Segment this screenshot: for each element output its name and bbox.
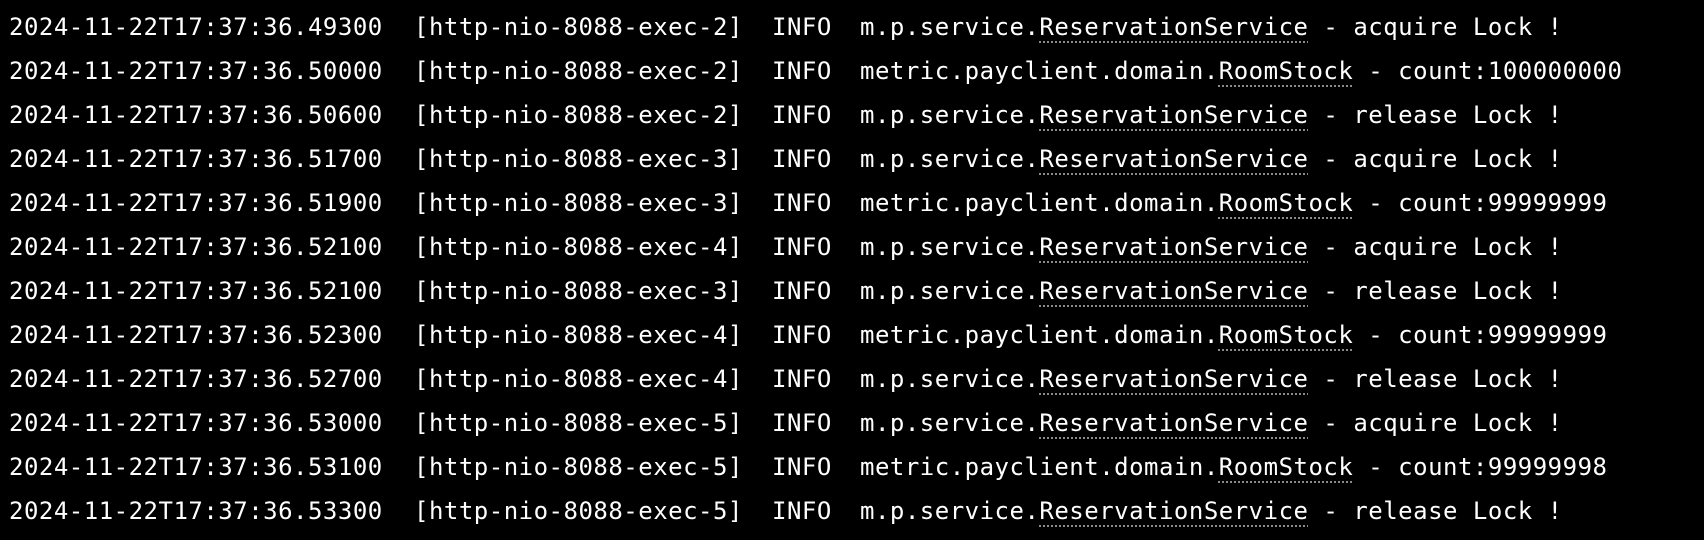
logger-package: m.p.service. [860,13,1040,41]
log-text: - release Lock ! [1308,365,1563,393]
log-level: INFO [772,145,832,173]
log-thread: [http-nio-8088-exec-2] [414,101,743,129]
log-thread: [http-nio-8088-exec-3] [414,277,743,305]
log-text: - release Lock ! [1308,497,1563,525]
log-text: - count:99999999 [1353,321,1608,349]
log-thread: [http-nio-8088-exec-5] [414,497,743,525]
logger-class-link[interactable]: ReservationService [1039,277,1308,305]
log-message: m.p.service.ReservationService - acquire… [860,5,1563,49]
log-timestamp: 2024-11-22T17:37:36.51900 [9,189,383,217]
log-thread: [http-nio-8088-exec-4] [414,365,743,393]
log-line: 2024-11-22T17:37:36.52300 [http-nio-8088… [9,313,1704,357]
logger-package: m.p.service. [860,145,1040,173]
log-level: INFO [772,277,832,305]
log-thread: [http-nio-8088-exec-3] [414,145,743,173]
log-level: INFO [772,57,832,85]
log-line: 2024-11-22T17:37:36.52100 [http-nio-8088… [9,269,1704,313]
log-line: 2024-11-22T17:37:36.50600 [http-nio-8088… [9,93,1704,137]
log-level: INFO [772,189,832,217]
console-output[interactable]: 2024-11-22T17:37:36.49300 [http-nio-8088… [0,0,1704,540]
log-line: 2024-11-22T17:37:36.51900 [http-nio-8088… [9,181,1704,225]
logger-package: metric.payclient.domain. [860,189,1219,217]
logger-class-link[interactable]: ReservationService [1039,365,1308,393]
log-timestamp: 2024-11-22T17:37:36.52300 [9,321,383,349]
log-level: INFO [772,365,832,393]
log-timestamp: 2024-11-22T17:37:36.53000 [9,409,383,437]
log-thread: [http-nio-8088-exec-4] [414,321,743,349]
log-text: - acquire Lock ! [1308,13,1563,41]
logger-package: metric.payclient.domain. [860,453,1219,481]
log-text: - acquire Lock ! [1308,145,1563,173]
log-text: - count:99999999 [1353,189,1608,217]
logger-class-link[interactable]: ReservationService [1039,409,1308,437]
log-thread: [http-nio-8088-exec-5] [414,409,743,437]
log-line: 2024-11-22T17:37:36.53300 [http-nio-8088… [9,489,1704,533]
log-timestamp: 2024-11-22T17:37:36.52100 [9,277,383,305]
log-thread: [http-nio-8088-exec-2] [414,57,743,85]
log-text: - acquire Lock ! [1308,233,1563,261]
log-level: INFO [772,13,832,41]
log-timestamp: 2024-11-22T17:37:36.52100 [9,233,383,261]
logger-package: m.p.service. [860,233,1040,261]
logger-package: metric.payclient.domain. [860,321,1219,349]
logger-package: metric.payclient.domain. [860,57,1219,85]
log-level: INFO [772,453,832,481]
log-line: 2024-11-22T17:37:36.49300 [http-nio-8088… [9,5,1704,49]
log-timestamp: 2024-11-22T17:37:36.53100 [9,453,383,481]
log-text: - count:100000000 [1353,57,1623,85]
logger-class-link[interactable]: RoomStock [1219,321,1354,349]
logger-class-link[interactable]: ReservationService [1039,145,1308,173]
log-timestamp: 2024-11-22T17:37:36.50000 [9,57,383,85]
logger-class-link[interactable]: RoomStock [1219,57,1354,85]
log-timestamp: 2024-11-22T17:37:36.50600 [9,101,383,129]
logger-package: m.p.service. [860,409,1040,437]
log-timestamp: 2024-11-22T17:37:36.53300 [9,497,383,525]
log-line: 2024-11-22T17:37:36.50000 [http-nio-8088… [9,49,1704,93]
logger-package: m.p.service. [860,497,1040,525]
log-line: 2024-11-22T17:37:36.53000 [http-nio-8088… [9,401,1704,445]
log-message: m.p.service.ReservationService - release… [860,489,1563,533]
logger-class-link[interactable]: ReservationService [1039,233,1308,261]
log-thread: [http-nio-8088-exec-4] [414,233,743,261]
logger-package: m.p.service. [860,365,1040,393]
logger-class-link[interactable]: ReservationService [1039,101,1308,129]
log-level: INFO [772,233,832,261]
log-message: m.p.service.ReservationService - acquire… [860,225,1563,269]
log-message: m.p.service.ReservationService - acquire… [860,137,1563,181]
log-message: metric.payclient.domain.RoomStock - coun… [860,313,1607,357]
log-level: INFO [772,409,832,437]
log-text: - count:99999998 [1353,453,1608,481]
log-text: - release Lock ! [1308,101,1563,129]
log-level: INFO [772,101,832,129]
log-text: - acquire Lock ! [1308,409,1563,437]
log-thread: [http-nio-8088-exec-5] [414,453,743,481]
logger-class-link[interactable]: RoomStock [1219,189,1354,217]
log-message: m.p.service.ReservationService - acquire… [860,401,1563,445]
log-message: m.p.service.ReservationService - release… [860,93,1563,137]
log-message: m.p.service.ReservationService - release… [860,269,1563,313]
log-message: m.p.service.ReservationService - release… [860,357,1563,401]
logger-package: m.p.service. [860,101,1040,129]
log-text: - release Lock ! [1308,277,1563,305]
log-timestamp: 2024-11-22T17:37:36.49300 [9,13,383,41]
log-level: INFO [772,321,832,349]
log-message: metric.payclient.domain.RoomStock - coun… [860,181,1607,225]
log-thread: [http-nio-8088-exec-2] [414,13,743,41]
log-line: 2024-11-22T17:37:36.52100 [http-nio-8088… [9,225,1704,269]
logger-class-link[interactable]: ReservationService [1039,13,1308,41]
log-level: INFO [772,497,832,525]
log-line: 2024-11-22T17:37:36.51700 [http-nio-8088… [9,137,1704,181]
log-line: 2024-11-22T17:37:36.53100 [http-nio-8088… [9,445,1704,489]
log-thread: [http-nio-8088-exec-3] [414,189,743,217]
logger-package: m.p.service. [860,277,1040,305]
logger-class-link[interactable]: ReservationService [1039,497,1308,525]
log-message: metric.payclient.domain.RoomStock - coun… [860,445,1607,489]
log-timestamp: 2024-11-22T17:37:36.51700 [9,145,383,173]
logger-class-link[interactable]: RoomStock [1219,453,1354,481]
log-line: 2024-11-22T17:37:36.52700 [http-nio-8088… [9,357,1704,401]
log-message: metric.payclient.domain.RoomStock - coun… [860,49,1622,93]
log-timestamp: 2024-11-22T17:37:36.52700 [9,365,383,393]
